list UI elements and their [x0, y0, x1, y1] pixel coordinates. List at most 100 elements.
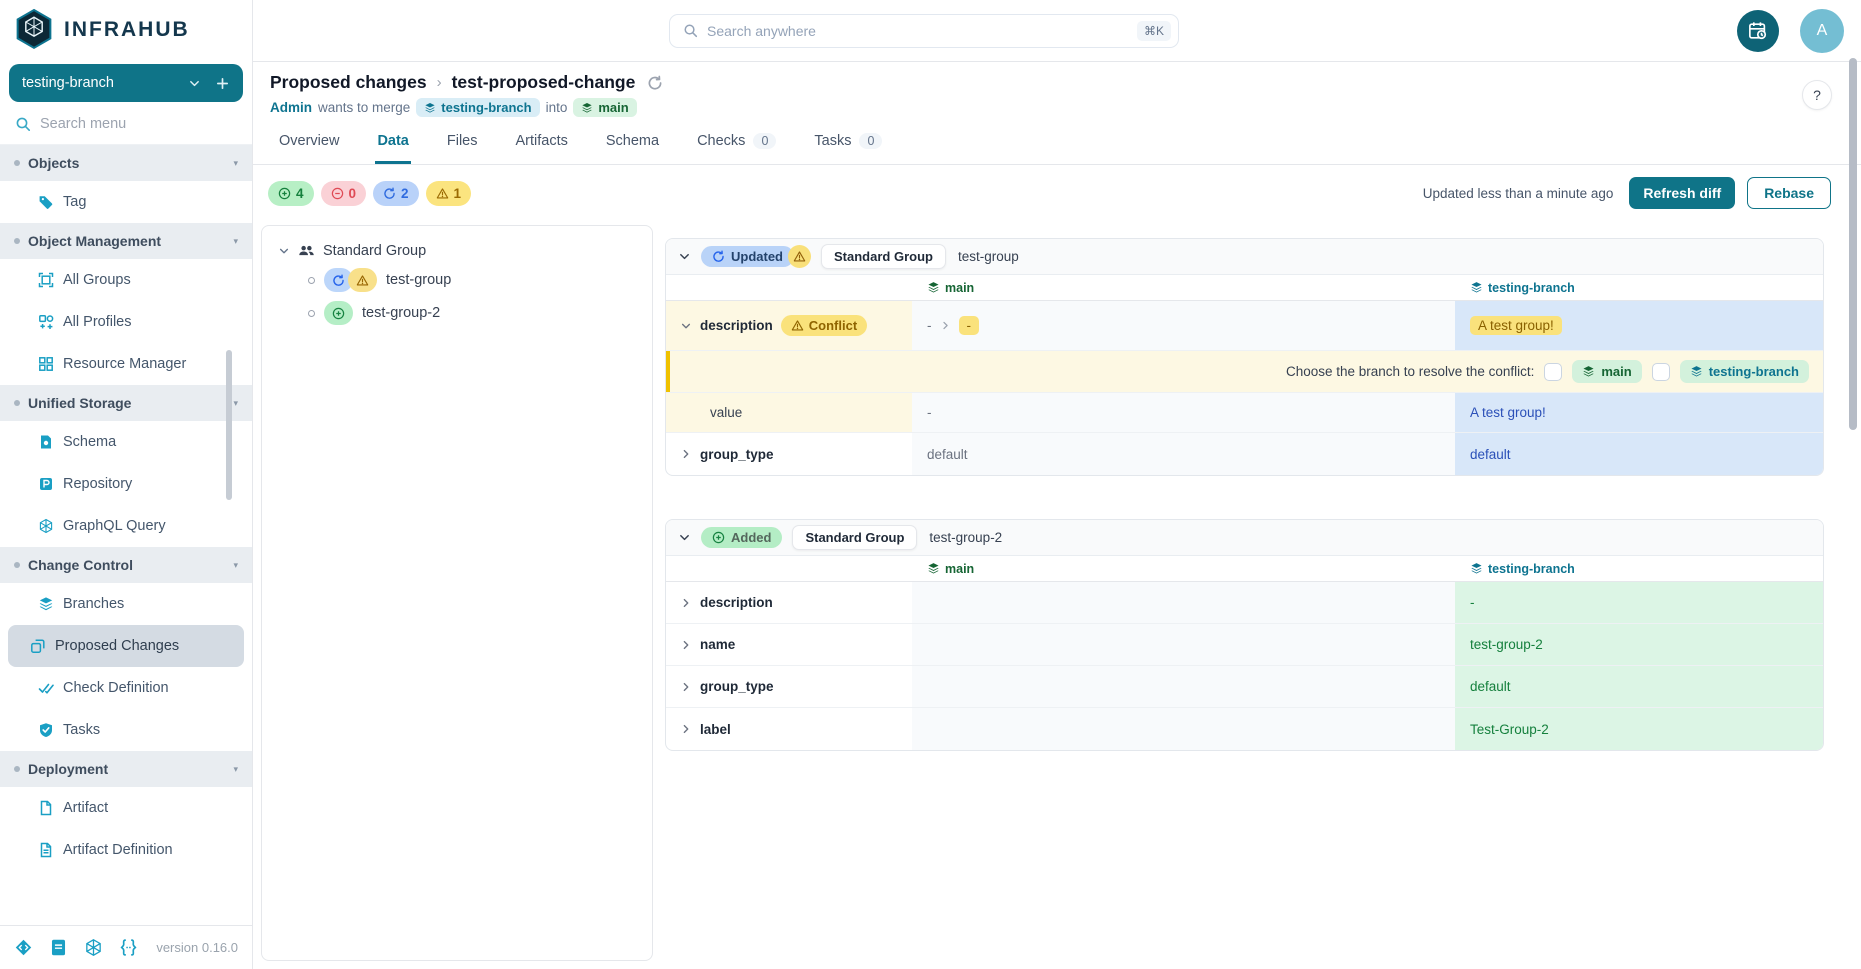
search-icon [15, 116, 31, 132]
sidebar-item-check-definition[interactable]: Check Definition [8, 667, 244, 709]
collapse-chevron-icon: ▾ [233, 158, 238, 169]
graphql-sandbox-icon[interactable] [84, 938, 103, 957]
attribute-name: group_type [700, 679, 774, 694]
object-name: test-group [958, 249, 1019, 264]
chevron-down-icon [678, 250, 691, 263]
sidebar-item-all-groups[interactable]: All Groups [8, 259, 244, 301]
sidebar-item-graphql-query[interactable]: GraphQL Query [8, 505, 244, 547]
diff-list: UpdatedStandard Grouptest-group maintesti… [665, 225, 1824, 961]
sidebar-group-label: Change Control [28, 557, 133, 573]
diff-cell: -- [912, 301, 1455, 350]
sidebar-group-object-management[interactable]: Object Management▾ [0, 223, 252, 259]
tab-tasks[interactable]: Tasks0 [812, 133, 884, 164]
sidebar-item-artifact-definition[interactable]: Artifact Definition [8, 829, 244, 871]
tab-data[interactable]: Data [375, 133, 410, 164]
branch-layers-icon [927, 281, 940, 294]
tab-schema[interactable]: Schema [604, 133, 661, 164]
bullet-icon [14, 766, 20, 772]
branch-layers-icon [424, 102, 436, 114]
topbar: ⌘K A [253, 0, 1861, 62]
resolve-prompt: Choose the branch to resolve the conflic… [1286, 364, 1534, 379]
main-new-value: - [959, 316, 980, 335]
app-logo[interactable]: INFRAHUB [0, 0, 252, 58]
sidebar-item-label: Resource Manager [63, 356, 186, 372]
diff-row-label[interactable]: labelTest-Group-2 [666, 708, 1823, 750]
diff-cell [666, 275, 912, 300]
chevron-right-icon [680, 639, 692, 651]
sidebar-item-all-profiles[interactable]: All Profiles [8, 301, 244, 343]
tab-overview[interactable]: Overview [277, 133, 341, 164]
warning-icon [436, 187, 449, 200]
sidebar-item-resource-manager[interactable]: Resource Manager [8, 343, 244, 385]
refresh-state-icon[interactable] [647, 75, 663, 91]
page-title: test-proposed-change [452, 72, 636, 93]
sidebar-item-proposed-changes[interactable]: Proposed Changes [8, 625, 244, 667]
resolve-checkbox-testing-branch[interactable] [1652, 363, 1670, 381]
tree-item-test-group[interactable]: test-group [308, 268, 636, 292]
diff-row-name[interactable]: nametest-group-2 [666, 624, 1823, 666]
column-headers: maintesting-branch [666, 556, 1823, 582]
tasks-icon [38, 722, 54, 738]
resolve-checkbox-main[interactable] [1544, 363, 1562, 381]
diff-row-value: value-A test group! [666, 393, 1823, 433]
global-search[interactable]: ⌘K [669, 14, 1179, 48]
sidebar-item-artifact[interactable]: Artifact [8, 787, 244, 829]
global-search-input[interactable] [707, 23, 1128, 39]
tab-checks[interactable]: Checks0 [695, 133, 778, 164]
object-tree-panel: Standard Group test-group test-group-2 [261, 225, 653, 961]
sidebar-item-label: Branches [63, 596, 124, 612]
tree-item-test-group-2[interactable]: test-group-2 [308, 301, 636, 325]
sidebar-item-repository[interactable]: Repository [8, 463, 244, 505]
bullet-icon [14, 562, 20, 568]
diff-row-description[interactable]: description- [666, 582, 1823, 624]
sidebar-scrollbar-thumb[interactable] [226, 350, 232, 500]
tab-label: Tasks [814, 133, 851, 149]
documentation-icon[interactable] [49, 938, 68, 957]
sidebar-group-change-control[interactable]: Change Control▾ [0, 547, 252, 583]
sidebar-group-objects[interactable]: Objects ▾ [0, 145, 252, 181]
tab-artifacts[interactable]: Artifacts [514, 133, 570, 164]
branch-layers-icon [581, 102, 593, 114]
diff-card-header[interactable]: UpdatedStandard Grouptest-group [666, 239, 1823, 275]
diff-row-description[interactable]: descriptionConflict--A test group! [666, 301, 1823, 351]
stat-removed: 0 [321, 181, 367, 206]
tasks-schedule-button[interactable] [1737, 10, 1779, 52]
refresh-diff-button[interactable]: Refresh diff [1629, 177, 1735, 209]
sidebar-group-unified-storage[interactable]: Unified Storage▾ [0, 385, 252, 421]
sidebar-item-branches[interactable]: Branches [8, 583, 244, 625]
diff-card-header[interactable]: AddedStandard Grouptest-group-2 [666, 520, 1823, 556]
tab-files[interactable]: Files [445, 133, 480, 164]
rebase-button[interactable]: Rebase [1747, 177, 1831, 209]
diff-row-group-type[interactable]: group_type default [666, 666, 1823, 708]
status-label: Updated [731, 249, 783, 264]
diff-cell: description Conflict [666, 301, 912, 350]
breadcrumb-root[interactable]: Proposed changes [270, 72, 427, 93]
branch-layers-icon [1582, 365, 1595, 378]
leaf-icon [308, 310, 315, 317]
sidebar-group-deployment[interactable]: Deployment▾ [0, 751, 252, 787]
menu-search-input[interactable] [40, 116, 210, 132]
graphql-icon [38, 518, 54, 534]
add-branch-button[interactable] [215, 76, 230, 91]
diff-cell: default [1455, 433, 1824, 475]
all-groups-icon [38, 272, 54, 288]
sidebar-item-tasks[interactable]: Tasks [8, 709, 244, 751]
code-braces-icon[interactable] [119, 938, 138, 957]
tree-item-badges [324, 301, 353, 325]
tree-item-standard-group[interactable]: Standard Group [278, 242, 636, 259]
sidebar-item-label: Check Definition [63, 680, 169, 696]
sidebar-item-schema[interactable]: Schema [8, 421, 244, 463]
conflict-badge: Conflict [781, 315, 867, 336]
avatar[interactable]: A [1800, 9, 1844, 53]
diff-cell: default [1455, 666, 1824, 707]
sidebar-item-tag[interactable]: Tag [8, 181, 244, 223]
diff-row-group-type[interactable]: group_typedefaultdefault [666, 433, 1823, 475]
branch-selector[interactable]: testing-branch [9, 64, 243, 102]
sidebar-group-label: Objects [28, 155, 79, 171]
help-button[interactable]: ? [1802, 80, 1832, 110]
page-scrollbar-thumb[interactable] [1849, 58, 1857, 430]
column-header-main: main [912, 275, 1455, 300]
attribute-name: description [700, 318, 773, 333]
branch-layers-icon [1470, 281, 1483, 294]
api-docs-icon[interactable] [14, 938, 33, 957]
